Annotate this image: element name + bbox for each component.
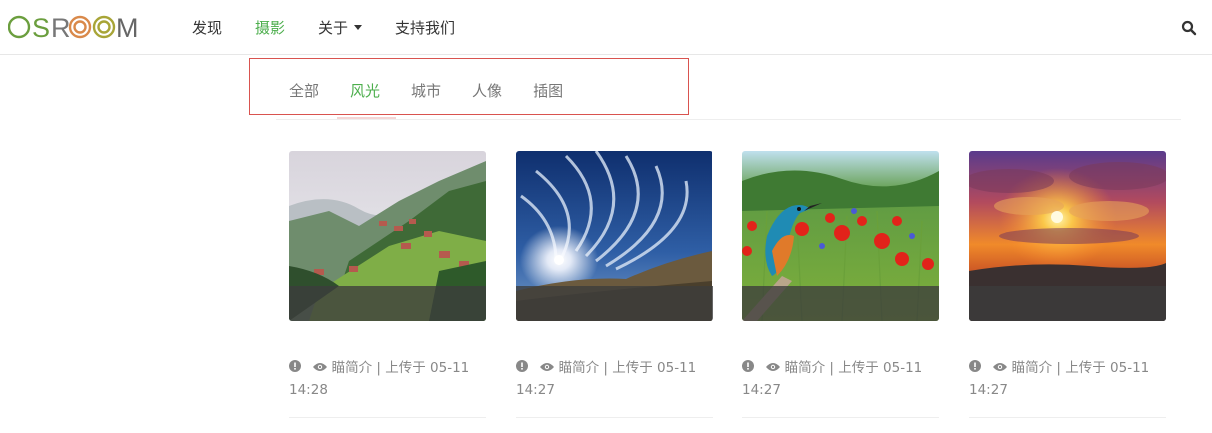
eye-icon [993, 357, 1008, 379]
upload-date: 上传于 05-11 [385, 360, 470, 376]
meta-separator: | [1056, 360, 1061, 376]
photo-thumbnail[interactable] [969, 151, 1166, 321]
eye-icon [766, 357, 781, 379]
meta-separator: | [603, 360, 608, 376]
section-divider [276, 119, 1181, 120]
svg-text:M: M [116, 13, 139, 42]
card-divider [969, 417, 1166, 418]
photo-title[interactable]: 瞄简介 [785, 360, 826, 376]
info-icon[interactable] [969, 357, 981, 379]
photo-meta: 瞄简介 | 上传于 05-11 14:27 [516, 357, 716, 401]
category-tabs: 全部 风光 城市 人像 插图 [289, 80, 594, 101]
nav-item-support[interactable]: 支持我们 [395, 17, 455, 38]
meta-separator: | [829, 360, 834, 376]
photo-thumbnail[interactable] [516, 151, 713, 321]
photo-card: 瞄简介 | 上传于 05-11 14:27 [516, 151, 713, 418]
category-tab-illustration[interactable]: 插图 [533, 80, 563, 101]
main-nav: 发现 摄影 关于 支持我们 [192, 0, 488, 54]
eye-icon [540, 357, 555, 379]
photo-title[interactable]: 瞄简介 [559, 360, 600, 376]
photo-card: 瞄简介 | 上传于 05-11 14:27 [969, 151, 1166, 418]
nav-item-photography[interactable]: 摄影 [255, 17, 285, 38]
photo-thumbnail[interactable] [289, 151, 486, 321]
card-divider [516, 417, 713, 418]
eye-icon [313, 357, 328, 379]
photo-overlay [289, 286, 486, 321]
photo-title[interactable]: 瞄简介 [1012, 360, 1053, 376]
caret-down-icon [354, 24, 363, 30]
category-tab-portrait[interactable]: 人像 [472, 80, 502, 101]
card-divider [289, 417, 486, 418]
photo-meta: 瞄简介 | 上传于 05-11 14:28 [289, 357, 489, 401]
upload-time: 14:28 [289, 382, 328, 398]
photo-card: 瞄简介 | 上传于 05-11 14:27 [742, 151, 939, 418]
photo-title[interactable]: 瞄简介 [332, 360, 373, 376]
category-tab-city[interactable]: 城市 [411, 80, 441, 101]
nav-item-label: 关于 [318, 18, 349, 37]
card-divider [742, 417, 939, 418]
upload-time: 14:27 [969, 382, 1008, 398]
upload-date: 上传于 05-11 [838, 360, 923, 376]
info-icon[interactable] [289, 357, 301, 379]
info-icon[interactable] [742, 357, 754, 379]
photo-meta: 瞄简介 | 上传于 05-11 14:27 [969, 357, 1169, 401]
upload-date: 上传于 05-11 [1065, 360, 1150, 376]
nav-item-label: 支持我们 [395, 18, 456, 37]
category-tab-all[interactable]: 全部 [289, 80, 319, 101]
photo-thumbnail[interactable] [742, 151, 939, 321]
photo-card: 瞄简介 | 上传于 05-11 14:28 [289, 151, 486, 418]
osroom-logo: S R M [8, 13, 139, 42]
search-icon[interactable] [1181, 20, 1197, 36]
nav-item-discover[interactable]: 发现 [192, 17, 222, 38]
photo-overlay [516, 286, 713, 321]
nav-item-about[interactable]: 关于 [318, 17, 363, 38]
photo-overlay [969, 286, 1166, 321]
upload-date: 上传于 05-11 [612, 360, 697, 376]
upload-time: 14:27 [742, 382, 781, 398]
brand-logo[interactable]: S R M [8, 11, 144, 43]
svg-text:S: S [32, 13, 50, 42]
svg-text:R: R [51, 13, 71, 42]
nav-item-label: 发现 [192, 18, 223, 37]
nav-item-label: 摄影 [255, 18, 286, 37]
top-navbar: S R M 发现 摄影 关于 支持我们 [0, 0, 1212, 55]
info-icon[interactable] [516, 357, 528, 379]
photo-overlay [742, 286, 939, 321]
meta-separator: | [376, 360, 381, 376]
category-tab-landscape[interactable]: 风光 [350, 80, 380, 101]
upload-time: 14:27 [516, 382, 555, 398]
photo-meta: 瞄简介 | 上传于 05-11 14:27 [742, 357, 942, 401]
